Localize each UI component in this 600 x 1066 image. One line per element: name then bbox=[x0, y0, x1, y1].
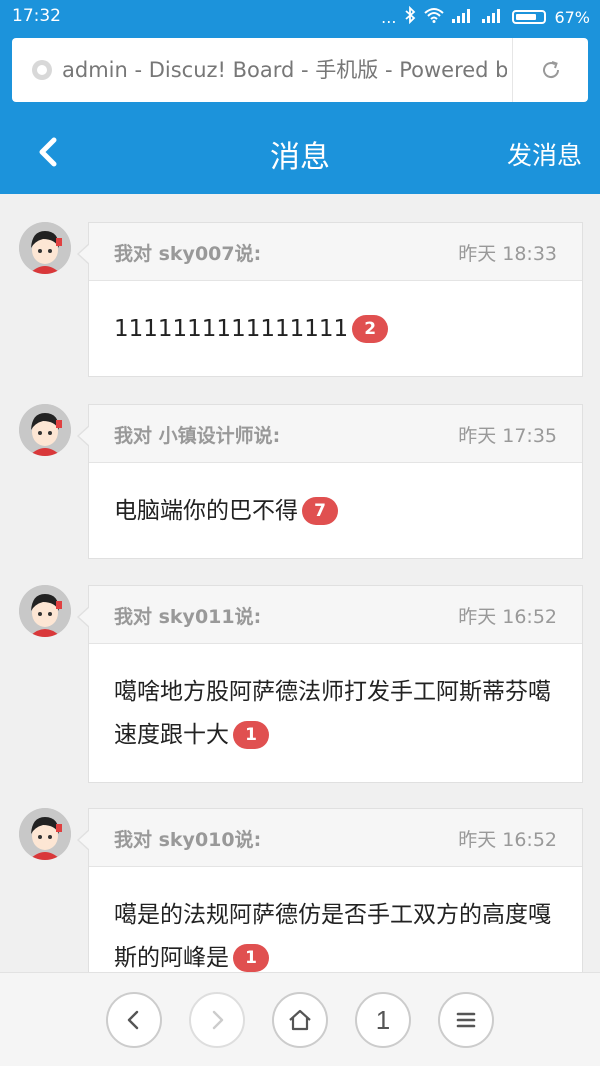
menu-icon bbox=[456, 1012, 476, 1028]
message-time: 昨天 17:35 bbox=[458, 425, 557, 447]
bluetooth-icon bbox=[404, 5, 416, 28]
count-badge: 7 bbox=[302, 497, 338, 525]
message-bubble[interactable]: 我对 sky010说: 昨天 16:52 噶是的法规阿萨德仿是否手工双方的高度嘎… bbox=[77, 808, 583, 972]
avatar[interactable] bbox=[19, 808, 71, 860]
avatar[interactable] bbox=[19, 404, 71, 456]
status-icons: ... 67% bbox=[381, 5, 590, 28]
browser-menu-button[interactable] bbox=[438, 992, 494, 1048]
message-list: 我对 sky007说: 昨天 18:33 1111111111111111 2 我… bbox=[0, 194, 600, 972]
browser-address-bar: admin - Discuz! Board - 手机版 - Powered by… bbox=[0, 32, 600, 112]
message-recipient: 我对 sky010说: bbox=[114, 829, 262, 851]
signal-2-icon bbox=[482, 8, 504, 27]
url-field[interactable]: admin - Discuz! Board - 手机版 - Powered by… bbox=[12, 38, 588, 102]
browser-tabs-button[interactable]: 1 bbox=[355, 992, 411, 1048]
avatar[interactable] bbox=[19, 585, 71, 637]
message-time: 昨天 16:52 bbox=[458, 606, 557, 628]
message-bubble[interactable]: 我对 sky007说: 昨天 18:33 1111111111111111 2 bbox=[77, 222, 583, 377]
page-header: 消息 发消息 bbox=[0, 112, 600, 194]
status-time: 17:32 bbox=[12, 6, 61, 26]
message-text: 1111111111111111 bbox=[114, 316, 349, 342]
status-bar: 17:32 ... 67% bbox=[0, 0, 600, 32]
wifi-icon bbox=[424, 7, 445, 27]
message-text: 噶啥地方股阿萨德法师打发手工阿斯蒂芬噶速度跟十大 bbox=[114, 679, 551, 748]
browser-forward-button[interactable] bbox=[189, 992, 245, 1048]
browser-bottom-bar: 1 bbox=[0, 972, 600, 1066]
battery-icon bbox=[512, 10, 547, 24]
battery-percent: 67% bbox=[554, 7, 590, 27]
count-badge: 1 bbox=[233, 944, 269, 972]
reload-button[interactable] bbox=[512, 38, 588, 102]
message-recipient: 我对 sky007说: bbox=[114, 243, 262, 265]
message-bubble[interactable]: 我对 小镇设计师说: 昨天 17:35 电脑端你的巴不得 7 bbox=[77, 404, 583, 559]
count-badge: 1 bbox=[233, 721, 269, 749]
message-recipient: 我对 小镇设计师说: bbox=[114, 425, 281, 447]
message-recipient: 我对 sky011说: bbox=[114, 606, 262, 628]
url-text[interactable]: admin - Discuz! Board - 手机版 - Powered by… bbox=[62, 54, 507, 86]
site-icon bbox=[32, 60, 52, 80]
message-text: 噶是的法规阿萨德仿是否手工双方的高度嘎斯的阿峰是 bbox=[114, 902, 551, 971]
browser-home-button[interactable] bbox=[272, 992, 328, 1048]
tabs-count: 1 bbox=[375, 1004, 391, 1035]
count-badge: 2 bbox=[352, 315, 389, 343]
browser-back-button[interactable] bbox=[106, 992, 162, 1048]
avatar[interactable] bbox=[19, 222, 71, 274]
send-message-button[interactable]: 发消息 bbox=[507, 136, 582, 172]
message-time: 昨天 18:33 bbox=[458, 243, 557, 265]
home-icon bbox=[289, 1009, 311, 1031]
message-bubble[interactable]: 我对 sky011说: 昨天 16:52 噶啥地方股阿萨德法师打发手工阿斯蒂芬噶… bbox=[77, 585, 583, 783]
signal-1-icon bbox=[452, 8, 474, 27]
more-dots-icon: ... bbox=[381, 7, 397, 27]
message-time: 昨天 16:52 bbox=[458, 829, 557, 851]
chevron-right-icon bbox=[212, 1010, 224, 1030]
message-text: 电脑端你的巴不得 bbox=[114, 498, 298, 524]
reload-icon bbox=[542, 61, 559, 79]
chevron-left-icon bbox=[127, 1010, 139, 1030]
